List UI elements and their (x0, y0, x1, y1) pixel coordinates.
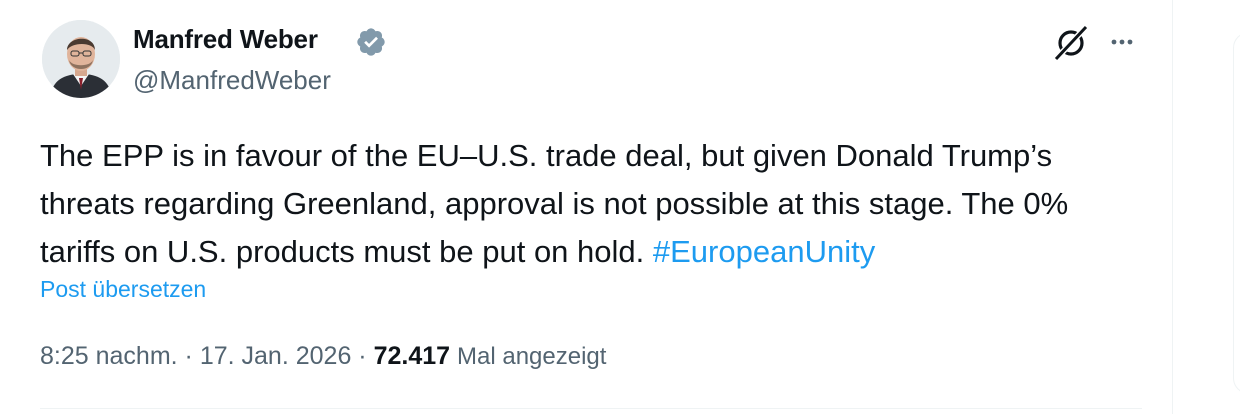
views-count[interactable]: 72.417 (374, 342, 450, 370)
avatar[interactable] (42, 20, 120, 98)
post-date[interactable]: 17. Jan. 2026 (200, 342, 352, 370)
translate-post-link[interactable]: Post übersetzen (40, 276, 206, 303)
verified-badge-icon[interactable] (355, 26, 387, 58)
post-card: Manfred Weber @ManfredWeber The EPP is i… (0, 0, 1173, 414)
post-time[interactable]: 8:25 nachm. (40, 342, 178, 370)
right-sidebar (1173, 0, 1240, 414)
avatar-photo (42, 20, 120, 98)
post-text: The EPP is in favour of the EU–U.S. trad… (40, 132, 1150, 276)
hashtag-link[interactable]: #EuropeanUnity (653, 234, 875, 269)
meta-separator: · (358, 342, 367, 370)
meta-separator: · (184, 342, 193, 370)
more-options-icon[interactable] (1104, 30, 1140, 54)
post-metadata: 8:25 nachm. · 17. Jan. 2026 · 72.417 Mal… (40, 342, 606, 371)
author-handle[interactable]: @ManfredWeber (133, 65, 331, 96)
grok-icon[interactable] (1050, 22, 1092, 64)
divider (40, 408, 1142, 409)
sidebar-card (1233, 32, 1240, 394)
post-body: The EPP is in favour of the EU–U.S. trad… (40, 138, 1069, 269)
views-label: Mal angezeigt (457, 343, 607, 370)
author-name[interactable]: Manfred Weber (133, 24, 318, 55)
